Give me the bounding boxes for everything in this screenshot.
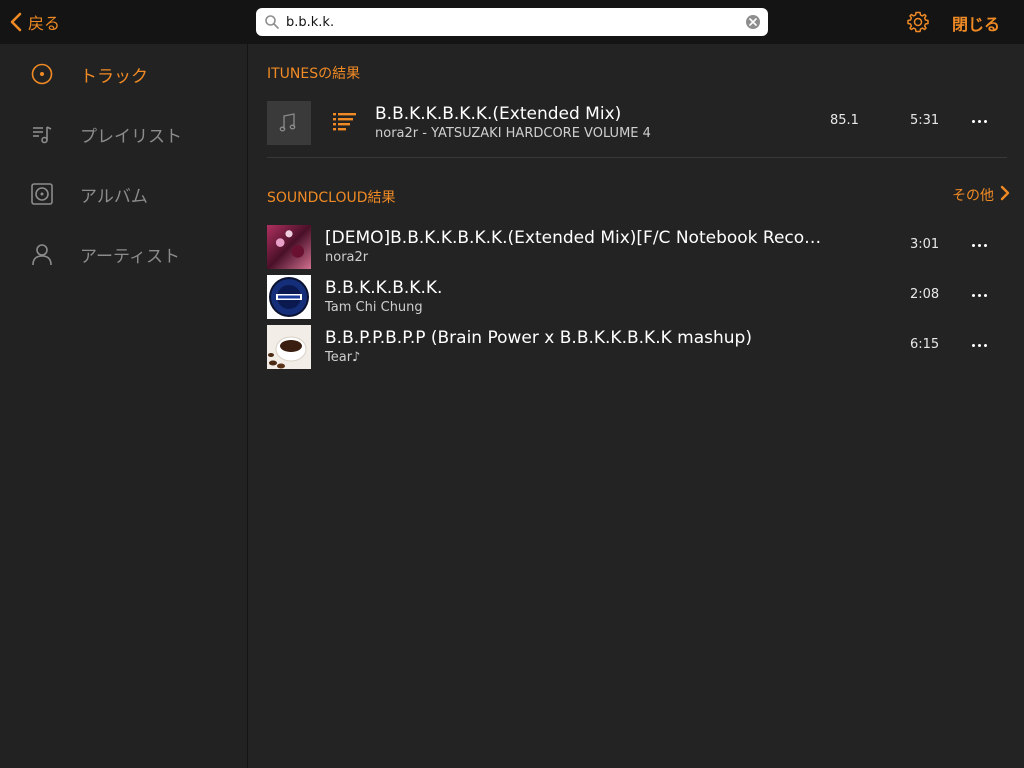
track-artist: Tam Chi Chung [325,300,423,315]
person-icon [30,242,54,266]
track-bpm: 85.1 [830,113,859,128]
sidebar-item-label: アーティスト [80,246,180,267]
soundcloud-section-title: SOUNDCLOUD結果 [267,190,396,206]
itunes-result-row[interactable]: B.B.K.K.B.K.K.(Extended Mix) nora2r - YA… [267,99,1007,147]
back-label: 戻る [28,14,61,33]
track-duration: 3:01 [910,237,940,252]
search-icon [264,14,280,30]
search-bar [256,8,768,36]
track-title: B.B.K.K.B.K.K. [325,278,443,298]
search-input[interactable] [286,12,726,32]
chevron-left-icon [10,12,22,32]
sidebar-item-tracks[interactable]: トラック [0,44,248,104]
track-duration: 2:08 [910,287,940,302]
more-results-link[interactable]: その他 [952,185,1010,205]
track-title: [DEMO]B.B.K.K.B.K.K.(Extended Mix)[F/C N… [325,228,822,248]
album-icon [30,182,54,206]
close-icon [749,18,757,26]
sidebar: トラック プレイリスト アルバム アーティスト [0,44,248,768]
more-results-label: その他 [952,188,994,204]
album-artwork [267,225,311,269]
settings-button[interactable] [906,10,930,34]
track-title: B.B.P.P.B.P.P (Brain Power x B.B.K.K.B.K… [325,328,752,348]
itunes-section-title: ITUNESの結果 [267,66,361,82]
back-button[interactable]: 戻る [10,8,60,36]
sidebar-item-label: プレイリスト [80,126,182,147]
track-artist: nora2r - YATSUZAKI HARDCORE VOLUME 4 [375,126,651,141]
music-note-icon [267,101,311,145]
queue-button[interactable] [333,111,357,131]
main-content: ITUNESの結果 B.B.K.K.B.K.K.(Extended Mix) n… [249,44,1024,768]
track-duration: 6:15 [910,337,940,352]
album-artwork [267,325,311,369]
more-options-button[interactable] [967,335,991,355]
album-artwork [267,275,311,319]
sidebar-item-artists[interactable]: アーティスト [0,224,248,284]
gear-icon [907,11,929,33]
disc-icon [30,62,54,86]
soundcloud-result-row[interactable]: B.B.K.K.B.K.K. Tam Chi Chung 2:08 [267,273,1007,321]
more-options-button[interactable] [967,285,991,305]
soundcloud-result-row[interactable]: [DEMO]B.B.K.K.B.K.K.(Extended Mix)[F/C N… [267,223,1007,271]
sidebar-item-label: トラック [80,66,148,87]
divider [267,157,1007,158]
clear-search-button[interactable] [746,15,760,29]
playlist-icon [30,122,54,146]
top-bar: 戻る 閉じる [0,0,1024,44]
list-icon [333,113,356,131]
track-title: B.B.K.K.B.K.K.(Extended Mix) [375,104,622,124]
track-artist: nora2r [325,250,369,265]
more-options-button[interactable] [967,235,991,255]
more-options-button[interactable] [967,111,991,131]
soundcloud-result-row[interactable]: B.B.P.P.B.P.P (Brain Power x B.B.K.K.B.K… [267,323,1007,371]
sidebar-item-playlists[interactable]: プレイリスト [0,104,248,164]
chevron-right-icon [1000,185,1010,205]
close-button[interactable]: 閉じる [952,11,1000,35]
sidebar-item-label: アルバム [80,186,148,207]
sidebar-item-albums[interactable]: アルバム [0,164,248,224]
track-duration: 5:31 [910,113,940,128]
track-artist: Tear♪ [325,350,361,365]
